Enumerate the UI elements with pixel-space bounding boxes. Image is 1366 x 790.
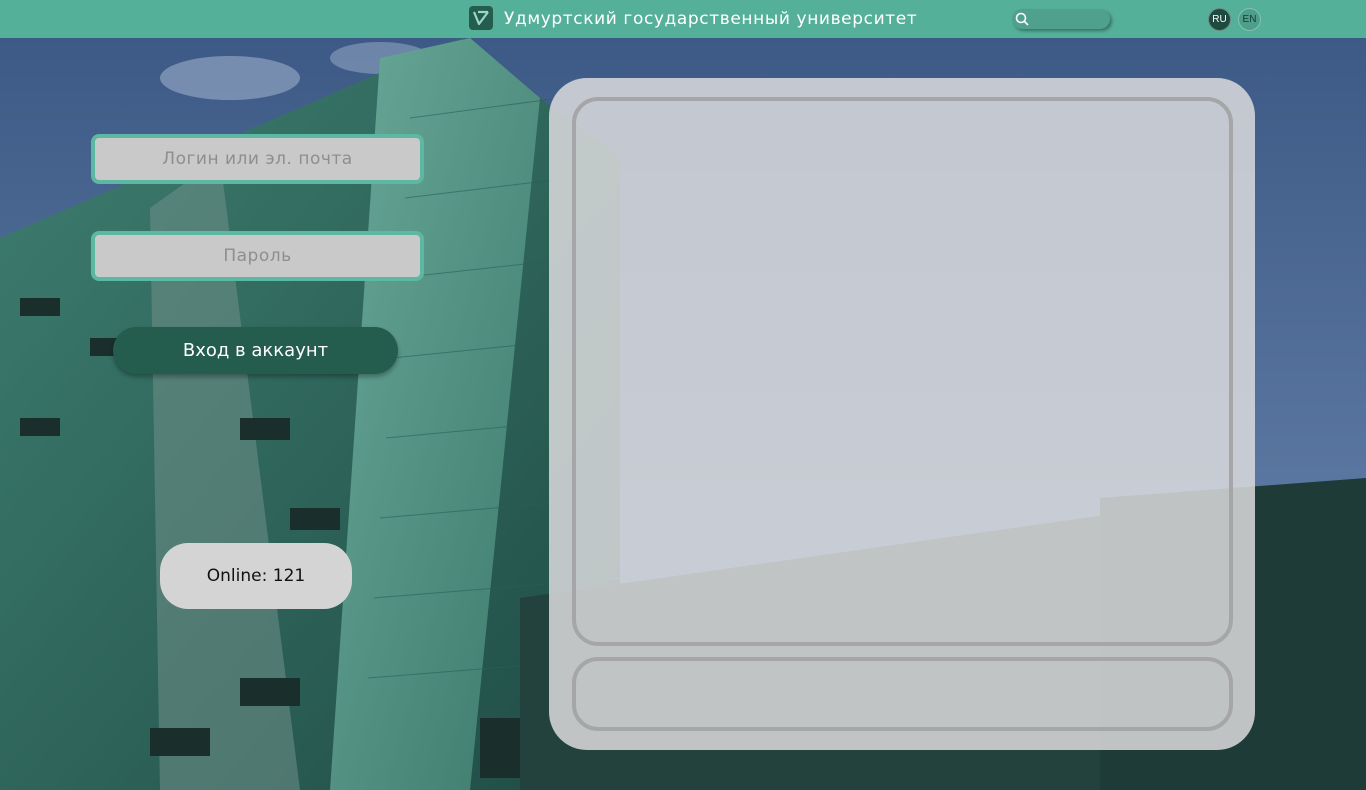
- online-counter-text: Online: 121: [206, 566, 306, 586]
- search-icon[interactable]: [1014, 11, 1030, 27]
- top-bar: Удмуртский государственный университет R…: [0, 0, 1366, 38]
- content-footer-area: [572, 657, 1233, 731]
- sign-in-button[interactable]: Вход в аккаунт: [113, 327, 398, 374]
- language-en-button[interactable]: EN: [1238, 8, 1261, 31]
- udsu-logo-icon[interactable]: [469, 6, 493, 30]
- site-title[interactable]: Удмуртский государственный университет: [504, 8, 917, 30]
- search-box[interactable]: [1012, 9, 1110, 29]
- content-panel: [549, 78, 1255, 750]
- login-email-input[interactable]: [91, 134, 424, 184]
- password-input[interactable]: [91, 231, 424, 281]
- online-counter-badge: Online: 121: [160, 543, 352, 609]
- language-ru-button[interactable]: RU: [1208, 8, 1231, 31]
- search-input[interactable]: [1032, 9, 1106, 29]
- content-display-area: [572, 97, 1233, 646]
